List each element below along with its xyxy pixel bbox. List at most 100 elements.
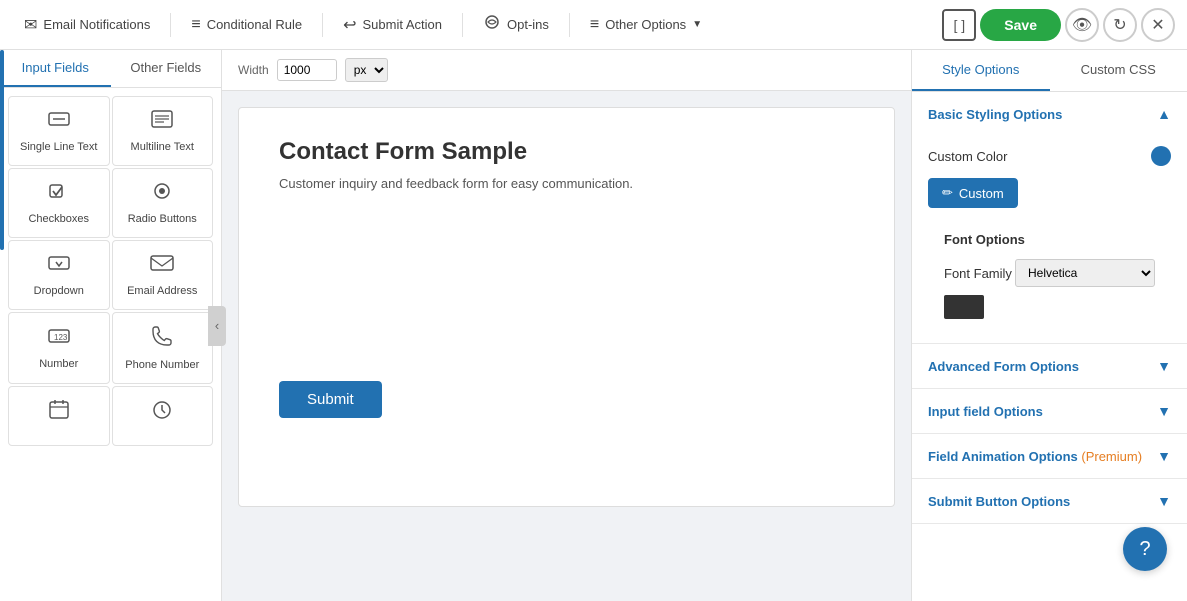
basic-styling-header[interactable]: Basic Styling Options ▲ xyxy=(912,92,1187,136)
collapse-handle[interactable]: ‹ xyxy=(208,306,226,346)
field-time[interactable] xyxy=(112,386,214,446)
field-number-label: Number xyxy=(39,358,78,370)
submit-button-options-row[interactable]: Submit Button Options ▼ xyxy=(912,479,1187,524)
close-icon: ✕ xyxy=(1151,15,1164,35)
close-button[interactable]: ✕ xyxy=(1141,8,1175,42)
field-phone-label: Phone Number xyxy=(125,359,199,371)
single-line-icon xyxy=(47,109,71,135)
submit-button[interactable]: Submit xyxy=(279,381,382,418)
field-phone-number[interactable]: Phone Number xyxy=(112,312,214,384)
field-date[interactable] xyxy=(8,386,110,446)
collapse-icon: ‹ xyxy=(215,318,219,333)
custom-color-button[interactable]: ✏ Custom xyxy=(928,178,1018,208)
tab-other-fields[interactable]: Other Fields xyxy=(111,50,222,87)
unit-select[interactable]: px % xyxy=(345,58,388,82)
canvas-area: Width px % Contact Form Sample Customer … xyxy=(222,50,911,601)
field-animation-options-row[interactable]: Field Animation Options (Premium) ▼ xyxy=(912,434,1187,479)
font-family-row: Font Family Helvetica Arial Times New Ro… xyxy=(928,255,1171,295)
nav-conditional-rule[interactable]: ≡ Conditional Rule xyxy=(179,10,314,40)
nav-opt-ins[interactable]: Opt-ins xyxy=(471,9,561,40)
submit-chevron-icon: ▼ xyxy=(1157,493,1171,509)
field-number[interactable]: 123 Number xyxy=(8,312,110,384)
form-description: Customer inquiry and feedback form for e… xyxy=(279,176,854,191)
pen-icon: ✏ xyxy=(942,185,953,201)
animation-chevron-icon: ▼ xyxy=(1157,448,1171,464)
advanced-chevron-icon: ▼ xyxy=(1157,358,1171,374)
font-family-select[interactable]: Helvetica Arial Times New Roman xyxy=(1015,259,1155,287)
nav-submit-action[interactable]: ↩ Submit Action xyxy=(331,9,454,41)
submit-button-options-label: Submit Button Options xyxy=(928,494,1070,509)
right-panel: Style Options Custom CSS Basic Styling O… xyxy=(911,50,1187,601)
field-radio-label: Radio Buttons xyxy=(128,213,197,225)
nav-other-label: Other Options xyxy=(605,17,686,32)
nav-optins-label: Opt-ins xyxy=(507,17,549,32)
field-multiline-text[interactable]: Multiline Text xyxy=(112,96,214,166)
premium-badge: (Premium) xyxy=(1078,449,1142,464)
refresh-icon: ↻ xyxy=(1113,15,1126,35)
field-single-line-label: Single Line Text xyxy=(20,141,97,153)
basic-styling-body: Custom Color ✏ Custom Font Options Font … xyxy=(912,136,1187,343)
nav-submit-label: Submit Action xyxy=(363,17,443,32)
input-field-chevron-icon: ▼ xyxy=(1157,403,1171,419)
style-tabs: Style Options Custom CSS xyxy=(912,50,1187,92)
field-single-line-text[interactable]: Single Line Text xyxy=(8,96,110,166)
top-navigation: ✉ Email Notifications ≡ Conditional Rule… xyxy=(0,0,1187,50)
tab-style-options[interactable]: Style Options xyxy=(912,50,1050,91)
bracket-button[interactable]: [ ] xyxy=(942,9,976,41)
svg-text:123: 123 xyxy=(54,333,68,342)
field-email-address[interactable]: Email Address xyxy=(112,240,214,310)
width-label: Width xyxy=(238,63,269,77)
color-toggle[interactable] xyxy=(1151,146,1171,166)
help-icon: ? xyxy=(1139,538,1150,561)
fields-grid: Single Line Text Multiline Text Checkbox… xyxy=(0,88,221,454)
help-bubble[interactable]: ? xyxy=(1123,527,1167,571)
field-dropdown[interactable]: Dropdown xyxy=(8,240,110,310)
nav-divider-1 xyxy=(170,13,171,37)
canvas-toolbar: Width px % xyxy=(222,50,911,91)
field-checkboxes[interactable]: Checkboxes xyxy=(8,168,110,238)
input-field-options-label: Input field Options xyxy=(928,404,1043,419)
width-input[interactable] xyxy=(277,59,337,81)
left-panel: Input Fields Other Fields Single Line Te… xyxy=(0,50,222,601)
other-options-icon: ≡ xyxy=(590,16,599,34)
tab-input-fields[interactable]: Input Fields xyxy=(0,50,111,87)
field-multiline-label: Multiline Text xyxy=(131,141,194,153)
field-animation-label: Field Animation Options (Premium) xyxy=(928,449,1142,464)
nav-email-notifications[interactable]: ✉ Email Notifications xyxy=(12,9,162,41)
color-preview-box xyxy=(944,295,984,319)
time-icon xyxy=(151,399,173,427)
radio-icon xyxy=(151,181,173,207)
email-address-icon xyxy=(150,253,174,279)
font-family-label: Font Family xyxy=(944,266,1012,281)
checkboxes-icon xyxy=(48,181,70,207)
form-fields-area xyxy=(279,221,854,381)
nav-divider-4 xyxy=(569,13,570,37)
main-layout: Input Fields Other Fields Single Line Te… xyxy=(0,50,1187,601)
basic-styling-title: Basic Styling Options xyxy=(928,107,1062,122)
save-button[interactable]: Save xyxy=(980,9,1061,41)
preview-button[interactable]: 👁 xyxy=(1065,8,1099,42)
submit-icon: ↩ xyxy=(343,15,356,35)
chevron-down-icon: ▼ xyxy=(692,19,702,30)
font-options-header: Font Options xyxy=(928,220,1171,255)
field-dropdown-label: Dropdown xyxy=(34,285,84,297)
canvas-scroll[interactable]: Contact Form Sample Customer inquiry and… xyxy=(222,91,911,601)
nav-other-options[interactable]: ≡ Other Options ▼ xyxy=(578,10,714,40)
multiline-icon xyxy=(150,109,174,135)
custom-color-row: Custom Color xyxy=(928,146,1171,166)
form-canvas: Contact Form Sample Customer inquiry and… xyxy=(238,107,895,507)
input-field-options-row[interactable]: Input field Options ▼ xyxy=(912,389,1187,434)
tab-custom-css[interactable]: Custom CSS xyxy=(1050,50,1187,91)
refresh-button[interactable]: ↻ xyxy=(1103,8,1137,42)
phone-icon xyxy=(151,325,173,353)
field-email-label: Email Address xyxy=(127,285,197,297)
form-title: Contact Form Sample xyxy=(279,138,854,166)
chevron-up-icon: ▲ xyxy=(1157,106,1171,122)
left-scroll-indicator xyxy=(0,50,4,250)
dropdown-icon xyxy=(47,253,71,279)
number-icon: 123 xyxy=(47,326,71,352)
advanced-form-options-row[interactable]: Advanced Form Options ▼ xyxy=(912,344,1187,389)
eye-icon: 👁 xyxy=(1072,15,1092,35)
field-radio-buttons[interactable]: Radio Buttons xyxy=(112,168,214,238)
nav-conditional-label: Conditional Rule xyxy=(207,17,302,32)
